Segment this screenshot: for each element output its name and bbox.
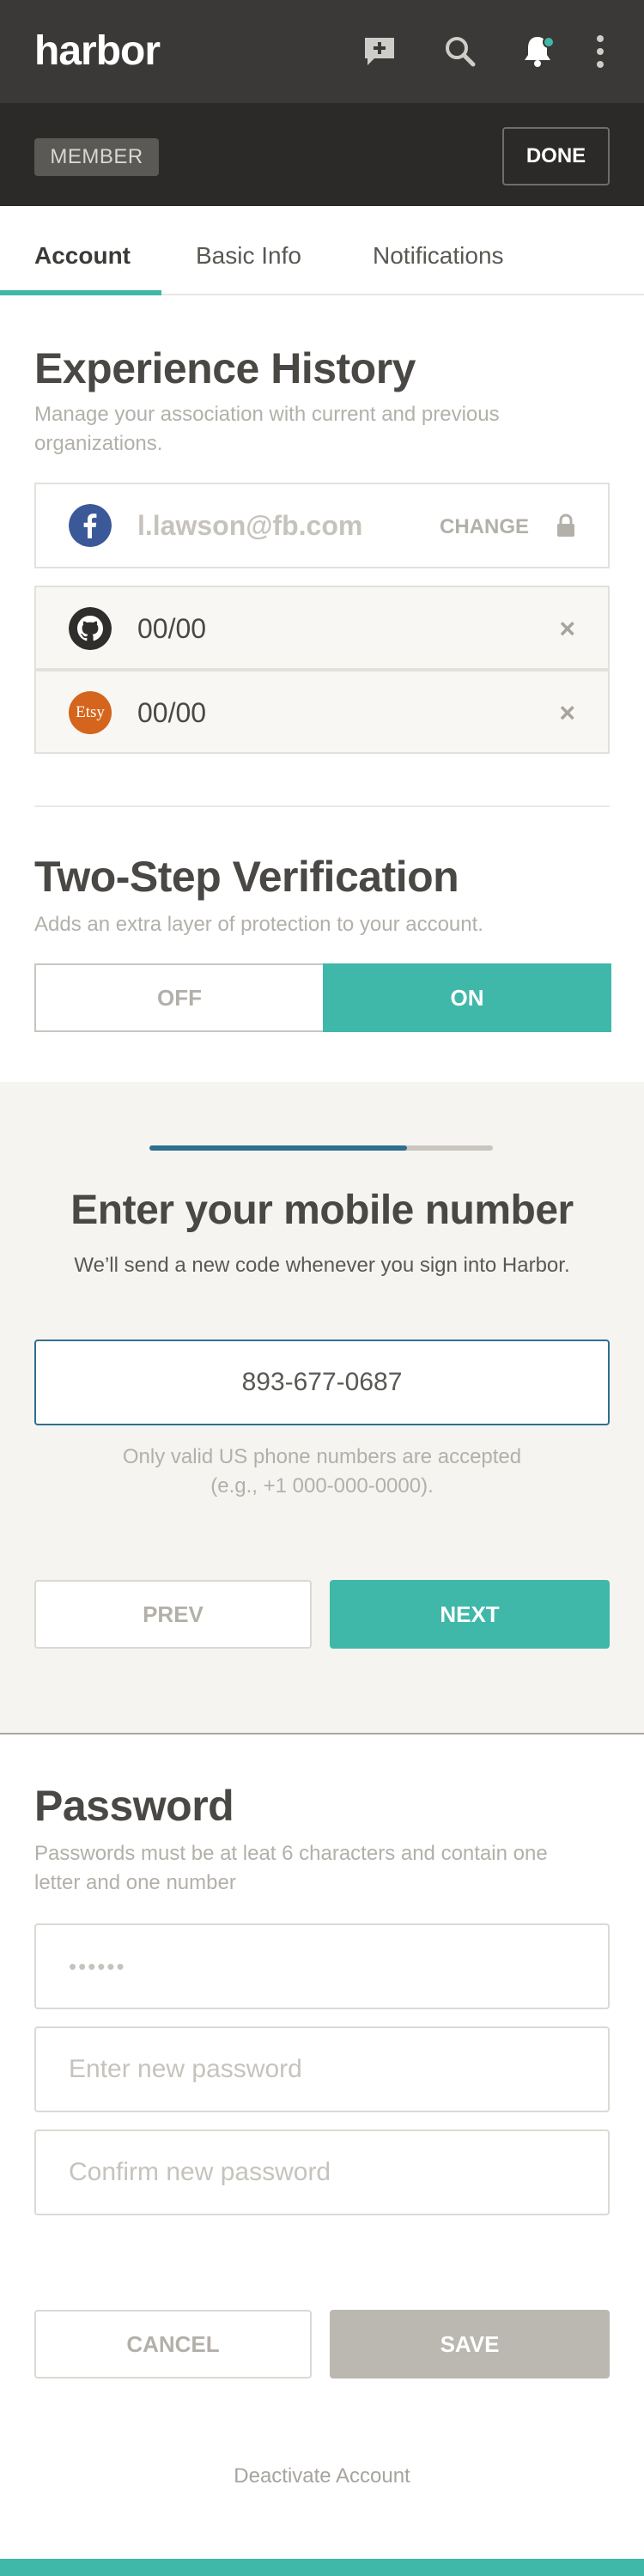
- facebook-icon: [69, 504, 112, 547]
- remove-etsy-icon[interactable]: ×: [559, 697, 575, 729]
- two-step-title: Two-Step Verification: [34, 853, 459, 901]
- experience-history-description: Manage your association with current and…: [34, 403, 500, 455]
- more-vertical-icon[interactable]: [587, 33, 613, 70]
- tab-notifications[interactable]: Notifications: [373, 242, 504, 270]
- password-description: Passwords must be at leat 6 characters a…: [34, 1842, 548, 1894]
- bottom-accent-bar: [0, 2559, 644, 2576]
- etsy-icon-text: Etsy: [76, 703, 105, 721]
- harbor-logo[interactable]: harbor: [34, 31, 161, 72]
- step-progress-bar: [149, 1145, 493, 1151]
- toggle-on-button[interactable]: ON: [323, 963, 611, 1032]
- lock-icon: [557, 513, 574, 537]
- section-divider: [34, 805, 610, 807]
- two-step-description: Adds an extra layer of protection to you…: [34, 913, 483, 936]
- bell-icon[interactable]: [519, 33, 556, 70]
- password-title: Password: [34, 1782, 234, 1830]
- etsy-account-row: Etsy 00/00 ×: [34, 670, 610, 754]
- prev-button[interactable]: PREV: [34, 1580, 312, 1649]
- new-password-field[interactable]: [34, 2026, 610, 2112]
- toggle-off-button[interactable]: OFF: [36, 965, 323, 1030]
- done-button[interactable]: DONE: [502, 127, 610, 185]
- step-progress-fill: [149, 1145, 407, 1151]
- remove-github-icon[interactable]: ×: [559, 613, 575, 645]
- change-link[interactable]: CHANGE: [440, 515, 529, 539]
- phone-number-input[interactable]: [34, 1340, 610, 1425]
- github-account-row: 00/00 ×: [34, 586, 610, 670]
- member-badge: MEMBER: [34, 138, 159, 176]
- two-step-toggle: OFF ON: [34, 963, 611, 1032]
- etsy-icon: Etsy: [69, 691, 112, 734]
- phone-hint: Only valid US phone numbers are accepted…: [0, 1443, 644, 1501]
- new-message-icon[interactable]: [361, 33, 398, 70]
- search-icon[interactable]: [441, 33, 479, 70]
- facebook-email: l.lawson@fb.com: [137, 510, 363, 541]
- deactivate-account-link[interactable]: Deactivate Account: [0, 2464, 644, 2488]
- mobile-number-title: Enter your mobile number: [70, 1188, 574, 1233]
- save-button[interactable]: SAVE: [330, 2310, 610, 2379]
- phone-hint-line-1: Only valid US phone numbers are accepted: [122, 1445, 522, 1468]
- active-tab-indicator: [0, 290, 161, 295]
- confirm-password-field[interactable]: [34, 2129, 610, 2215]
- github-value: 00/00: [137, 613, 207, 644]
- cancel-button[interactable]: CANCEL: [34, 2310, 312, 2379]
- current-password-field[interactable]: [34, 1923, 610, 2009]
- facebook-account-row: l.lawson@fb.com CHANGE: [34, 483, 610, 568]
- experience-history-title: Experience History: [34, 344, 416, 392]
- etsy-value: 00/00: [137, 697, 207, 728]
- github-icon: [69, 607, 112, 650]
- notification-dot: [543, 36, 555, 48]
- tab-basic-info[interactable]: Basic Info: [196, 242, 301, 270]
- phone-hint-line-2: (e.g., +1 000-000-0000).: [210, 1474, 434, 1498]
- tab-account[interactable]: Account: [34, 242, 131, 270]
- mobile-number-subtitle: We’ll send a new code whenever you sign …: [74, 1254, 570, 1277]
- next-button[interactable]: NEXT: [330, 1580, 610, 1649]
